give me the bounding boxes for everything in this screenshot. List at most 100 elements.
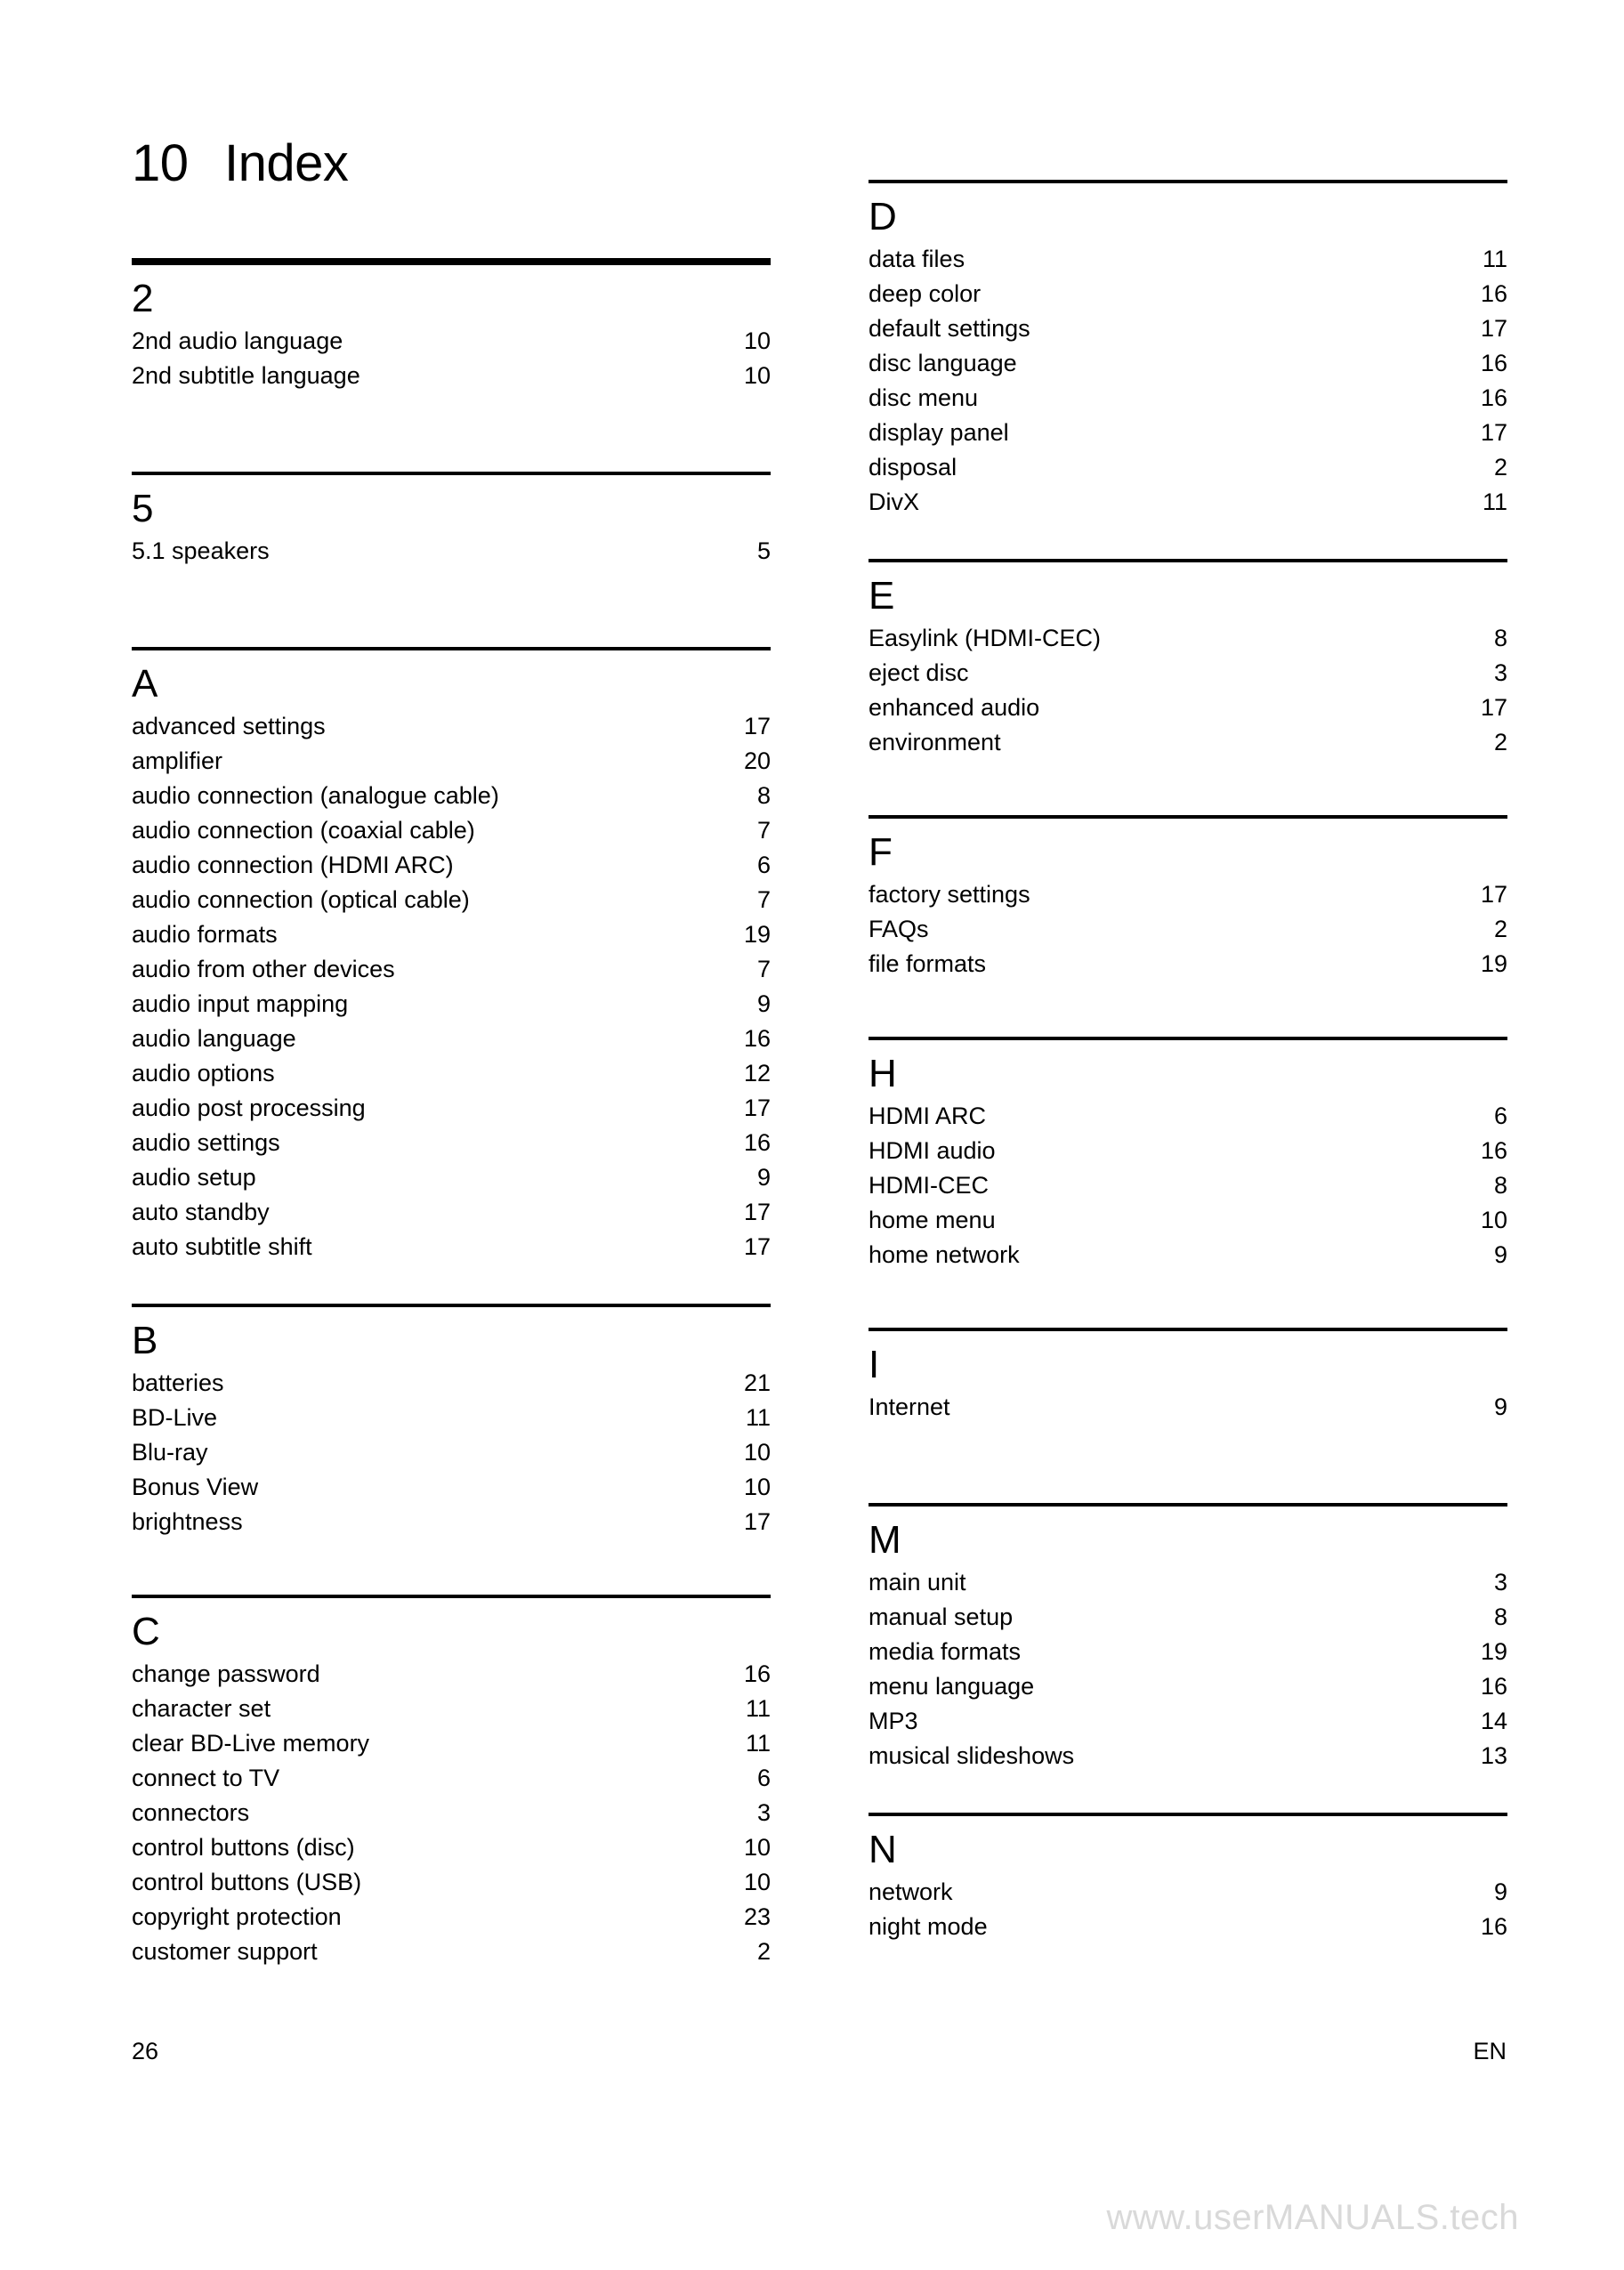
index-entry[interactable]: media formats 19 — [869, 1635, 1507, 1669]
index-entry[interactable]: default settings 17 — [869, 311, 1507, 346]
index-entry[interactable]: menu language 16 — [869, 1669, 1507, 1704]
index-entry-label: eject disc — [869, 659, 969, 686]
index-entry[interactable]: enhanced audio 17 — [869, 691, 1507, 725]
index-entry[interactable]: audio formats 19 — [132, 917, 771, 952]
index-entry[interactable]: factory settings 17 — [869, 877, 1507, 912]
index-entry[interactable]: audio settings 16 — [132, 1126, 771, 1160]
index-entry-label: audio connection (analogue cable) — [132, 782, 499, 809]
section-divider — [869, 180, 1507, 183]
index-entry[interactable]: display panel 17 — [869, 416, 1507, 450]
index-entry[interactable]: manual setup 8 — [869, 1600, 1507, 1635]
index-entry-label: connect to TV — [132, 1765, 280, 1791]
index-entry[interactable]: audio from other devices 7 — [132, 952, 771, 987]
footer-page-number: 26 — [132, 2038, 159, 2064]
index-entry[interactable]: file formats 19 — [869, 947, 1507, 982]
index-entry[interactable]: MP3 14 — [869, 1704, 1507, 1739]
index-entry[interactable]: HDMI audio 16 — [869, 1134, 1507, 1168]
section-divider — [132, 1304, 771, 1307]
index-entry-page-number: 10 — [743, 362, 771, 389]
index-entry-label: network — [869, 1878, 953, 1905]
index-entry[interactable]: audio connection (coaxial cable) 7 — [132, 813, 771, 848]
index-entry[interactable]: audio options 12 — [132, 1056, 771, 1091]
index-entry[interactable]: environment 2 — [869, 725, 1507, 760]
index-entry[interactable]: clear BD-Live memory 11 — [132, 1726, 771, 1761]
index-entry-page-number: 6 — [756, 852, 771, 878]
index-entry[interactable]: HDMI-CEC 8 — [869, 1168, 1507, 1203]
index-entry[interactable]: 5.1 speakers 5 — [132, 534, 771, 569]
index-entry-label: batteries — [132, 1369, 224, 1396]
index-entry[interactable]: deep color 16 — [869, 277, 1507, 311]
index-entry-page-number: 13 — [1480, 1742, 1507, 1769]
index-entry-label: clear BD-Live memory — [132, 1730, 370, 1757]
index-entry-page-number: 16 — [1480, 1913, 1507, 1940]
index-entry[interactable]: audio post processing 17 — [132, 1091, 771, 1126]
index-entry[interactable]: disposal 2 — [869, 450, 1507, 485]
index-entry[interactable]: DivX 11 — [869, 485, 1507, 520]
index-entry-page-number: 16 — [1480, 1137, 1507, 1164]
index-entry[interactable]: connect to TV 6 — [132, 1761, 771, 1796]
index-entry[interactable]: control buttons (USB) 10 — [132, 1865, 771, 1900]
index-entry[interactable]: Bonus View 10 — [132, 1470, 771, 1505]
index-entry[interactable]: auto standby 17 — [132, 1195, 771, 1230]
index-entry[interactable]: connectors 3 — [132, 1796, 771, 1830]
index-entry-page-number: 2 — [756, 1938, 771, 1965]
index-entry-page-number: 16 — [1480, 1673, 1507, 1700]
index-column-left: 2 2nd audio language 10 2nd subtitle langua… — [132, 258, 771, 2023]
index-entry[interactable]: Blu-ray 10 — [132, 1435, 771, 1470]
index-entry-label: HDMI-CEC — [869, 1172, 989, 1199]
section-letter: I — [869, 1343, 880, 1386]
index-entry[interactable]: main unit 3 — [869, 1565, 1507, 1600]
index-entry[interactable]: home menu 10 — [869, 1203, 1507, 1238]
index-entry[interactable]: BD-Live 11 — [132, 1401, 771, 1435]
index-entry-page-number: 21 — [743, 1369, 771, 1396]
index-section: I Internet 9 — [869, 1328, 1507, 1494]
index-entry[interactable]: FAQs 2 — [869, 912, 1507, 947]
index-entry[interactable]: home network 9 — [869, 1238, 1507, 1272]
section-letter: N — [869, 1828, 897, 1871]
index-entry[interactable]: audio setup 9 — [132, 1160, 771, 1195]
index-entry[interactable]: night mode 16 — [869, 1910, 1507, 1944]
index-entry[interactable]: disc language 16 — [869, 346, 1507, 381]
index-entry[interactable]: Internet 9 — [869, 1390, 1507, 1425]
index-entry-label: Bonus View — [132, 1474, 259, 1500]
index-entry-page-number: 20 — [743, 747, 771, 774]
index-entry[interactable]: customer support 2 — [132, 1935, 771, 1969]
index-entry[interactable]: network 9 — [869, 1875, 1507, 1910]
index-entry[interactable]: control buttons (disc) 10 — [132, 1830, 771, 1865]
index-entry[interactable]: audio connection (analogue cable) 8 — [132, 779, 771, 813]
section-divider — [869, 1037, 1507, 1040]
index-entry-label: 5.1 speakers — [132, 537, 270, 564]
index-entry[interactable]: eject disc 3 — [869, 656, 1507, 691]
index-entry[interactable]: Easylink (HDMI-CEC) 8 — [869, 621, 1507, 656]
index-entry[interactable]: audio input mapping 9 — [132, 987, 771, 1022]
index-entry-page-number: 17 — [1480, 315, 1507, 342]
index-entry[interactable]: disc menu 16 — [869, 381, 1507, 416]
index-entry[interactable]: musical slideshows 13 — [869, 1739, 1507, 1773]
index-entry[interactable]: audio connection (HDMI ARC) 6 — [132, 848, 771, 883]
index-entry[interactable]: change password 16 — [132, 1657, 771, 1692]
index-entry[interactable]: audio connection (optical cable) 7 — [132, 883, 771, 917]
index-entry[interactable]: data files 11 — [869, 242, 1507, 277]
index-entry[interactable]: amplifier 20 — [132, 744, 771, 779]
index-page: 10 Index 2 2nd audio language 10 2nd subtit… — [0, 0, 1624, 2270]
index-entry[interactable]: advanced settings 17 — [132, 709, 771, 744]
index-entry[interactable]: batteries 21 — [132, 1366, 771, 1401]
index-entry[interactable]: auto subtitle shift 17 — [132, 1230, 771, 1264]
index-entry[interactable]: character set 11 — [132, 1692, 771, 1726]
index-entry[interactable]: 2nd subtitle language 10 — [132, 359, 771, 393]
index-entry-page-number: 12 — [743, 1060, 771, 1087]
index-entry-list: data files 11 deep color 16 default settings… — [869, 242, 1507, 520]
index-entry-label: main unit — [869, 1569, 966, 1595]
index-section: Mmain unit 3 manual setup 8 media formats 19 m… — [869, 1503, 1507, 1804]
index-entry-page-number: 5 — [756, 537, 771, 564]
index-entry[interactable]: copyright protection 23 — [132, 1900, 771, 1935]
index-entry[interactable]: 2nd audio language 10 — [132, 324, 771, 359]
index-entry-label: Internet — [869, 1394, 950, 1420]
index-entry[interactable]: brightness 17 — [132, 1505, 771, 1539]
index-entry-page-number: 2 — [1493, 454, 1507, 481]
index-entry[interactable]: audio language 16 — [132, 1022, 771, 1056]
section-letter: D — [869, 195, 897, 238]
index-entry[interactable]: HDMI ARC 6 — [869, 1099, 1507, 1134]
index-entry-label: factory settings — [869, 881, 1030, 908]
